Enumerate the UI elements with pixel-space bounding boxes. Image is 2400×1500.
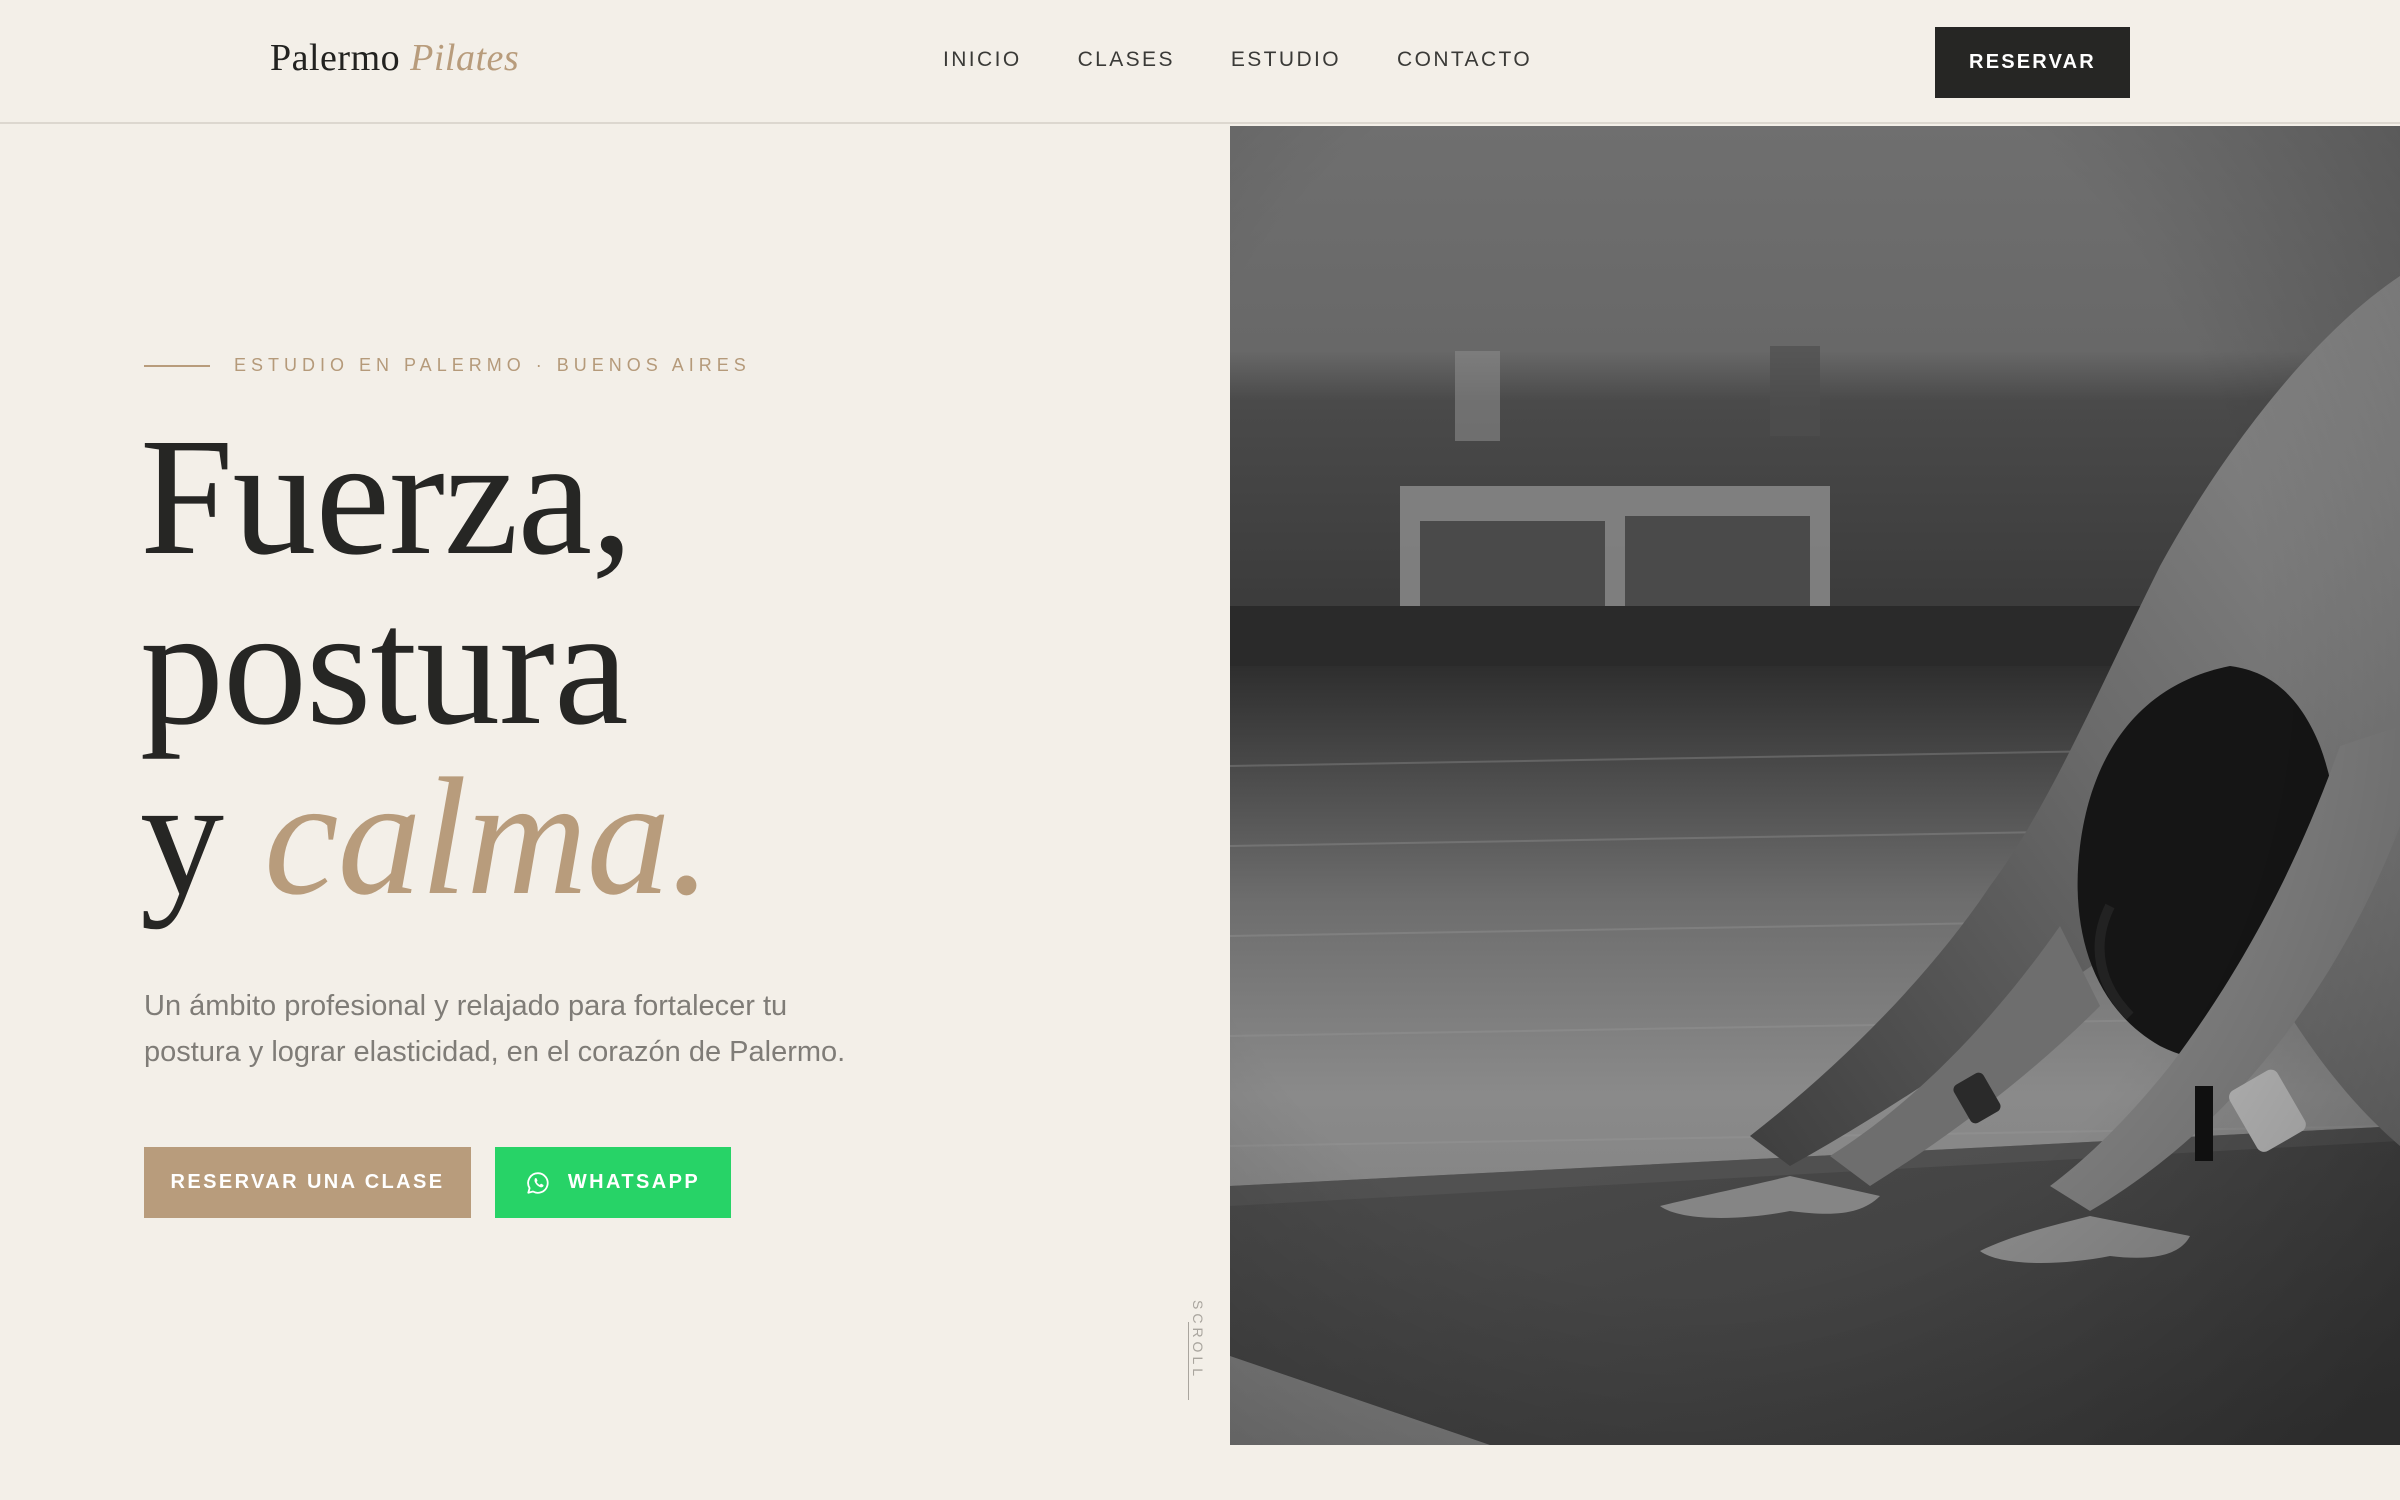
reserve-button[interactable]: RESERVAR xyxy=(1935,27,2130,98)
nav-item-contacto[interactable]: CONTACTO xyxy=(1397,48,1532,72)
whatsapp-label: WHATSAPP xyxy=(567,1171,701,1193)
headline-accent-word: calma. xyxy=(264,744,712,930)
headline-line-1: Fuerza, xyxy=(140,404,633,590)
hero-headline: Fuerza, postura y calma. xyxy=(140,404,712,922)
headline-line-3: y calma. xyxy=(140,752,712,922)
nav-item-clases[interactable]: CLASES xyxy=(1078,48,1175,72)
main-nav: INICIO CLASES ESTUDIO CONTACTO xyxy=(943,48,1588,72)
headline-line-2: postura xyxy=(140,574,629,760)
yoga-pose-photo xyxy=(1230,126,2400,1445)
nav-item-estudio[interactable]: ESTUDIO xyxy=(1231,48,1341,72)
headline-line-3-prefix: y xyxy=(140,744,224,930)
eyebrow-divider xyxy=(144,364,210,367)
scroll-indicator[interactable]: SCROLL xyxy=(1178,1300,1218,1405)
book-class-button[interactable]: RESERVAR UNA CLASE xyxy=(144,1147,471,1218)
brand-accent: Pilates xyxy=(410,37,520,79)
whatsapp-icon xyxy=(526,1171,550,1195)
hero-eyebrow: ESTUDIO EN PALERMO · BUENOS AIRES xyxy=(144,355,751,376)
brand-logo[interactable]: Palermo Pilates xyxy=(270,36,519,80)
hero-subtitle: Un ámbito profesional y relajado para fo… xyxy=(144,990,846,1068)
nav-item-inicio[interactable]: INICIO xyxy=(943,48,1022,72)
hero-photo xyxy=(1230,126,2400,1445)
scroll-line xyxy=(1188,1322,1189,1400)
scroll-label: SCROLL xyxy=(1190,1300,1206,1381)
eyebrow-text: ESTUDIO EN PALERMO · BUENOS AIRES xyxy=(234,355,751,375)
whatsapp-button[interactable]: WHATSAPP xyxy=(495,1147,731,1218)
brand-name: Palermo xyxy=(270,37,401,79)
site-header: Palermo Pilates INICIO CLASES ESTUDIO CO… xyxy=(0,0,2400,124)
